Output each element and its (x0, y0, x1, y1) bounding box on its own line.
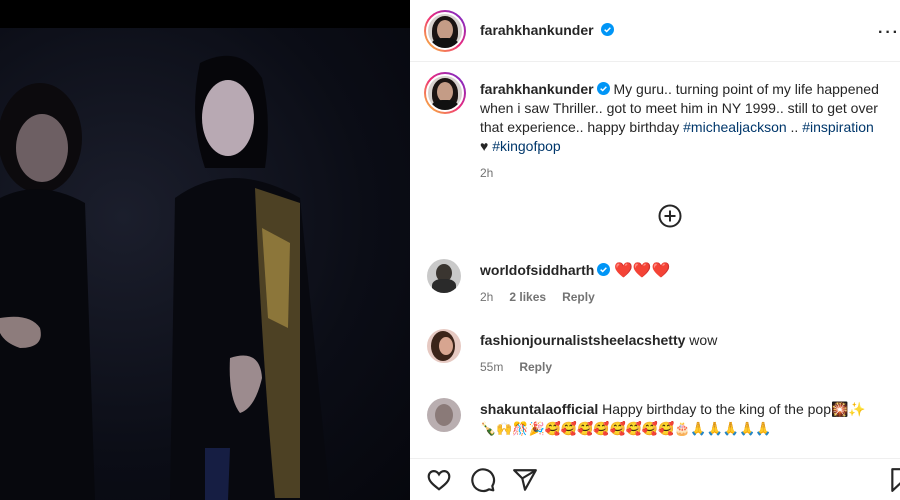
caption-time: 2h (480, 166, 494, 180)
hashtag-link[interactable]: #inspiration (802, 119, 874, 135)
comment-time: 55m (480, 360, 504, 374)
commenter-avatar[interactable] (427, 329, 461, 363)
comment-item: worldofsiddharth ❤️❤️❤️ 2h 2 likes Reply (480, 261, 900, 307)
post-caption: farahkhankunder My guru.. turning point … (480, 80, 900, 183)
commenter-avatar[interactable] (427, 259, 461, 293)
comment-text: ❤️❤️❤️ (614, 262, 671, 279)
post-media-panel (0, 0, 410, 500)
header-username[interactable]: farahkhankunder (480, 22, 594, 38)
hashtag-link[interactable]: #kingofpop (492, 138, 561, 154)
verified-badge-icon (601, 23, 615, 36)
verified-badge-icon (597, 263, 611, 276)
comment-icon[interactable] (470, 467, 496, 493)
post-actions-bar (410, 458, 900, 500)
commenter-avatar[interactable] (427, 398, 461, 432)
caption-separator: .. (786, 119, 803, 135)
post-header: farahkhankunder ··· (410, 0, 900, 62)
author-avatar[interactable] (424, 10, 466, 52)
post-side-panel: farahkhankunder ··· farahkhankunder My g… (410, 0, 900, 500)
hashtag-link[interactable]: #michealjackson (683, 119, 787, 135)
comment-time: 2h (480, 290, 494, 304)
heart-glyph: ♥ (480, 138, 493, 154)
reply-button[interactable]: Reply (519, 360, 552, 374)
comment-username[interactable]: fashionjournalistsheelacshetty (480, 332, 685, 348)
post-photo[interactable] (0, 28, 410, 500)
comment-emoji-line: 🍾🙌🎊🎉🥰🥰🥰🥰🥰🥰🥰🥰🎂🙏🙏🙏🙏🙏 (480, 421, 772, 436)
caption-avatar[interactable] (424, 72, 466, 114)
comment-likes[interactable]: 2 likes (509, 290, 546, 304)
comment-username[interactable]: worldofsiddharth (480, 262, 594, 278)
comment-text: Happy birthday to the king of the pop🎇✨ (602, 401, 866, 417)
photo-illustration (0, 55, 330, 500)
more-options-icon[interactable]: ··· (878, 24, 900, 42)
share-icon[interactable] (512, 467, 538, 493)
verified-badge-icon (596, 82, 610, 95)
comment-text: wow (689, 332, 718, 348)
save-icon[interactable] (888, 467, 900, 493)
reply-button[interactable]: Reply (562, 290, 595, 304)
comment-item: fashionjournalistsheelacshetty wow 55m Re… (480, 331, 900, 377)
comment-item: shakuntalaofficial Happy birthday to the… (480, 400, 900, 439)
comment-username[interactable]: shakuntalaofficial (480, 401, 598, 417)
like-icon[interactable] (426, 467, 452, 493)
add-comment-icon[interactable] (658, 204, 682, 228)
caption-username[interactable]: farahkhankunder (480, 81, 594, 97)
